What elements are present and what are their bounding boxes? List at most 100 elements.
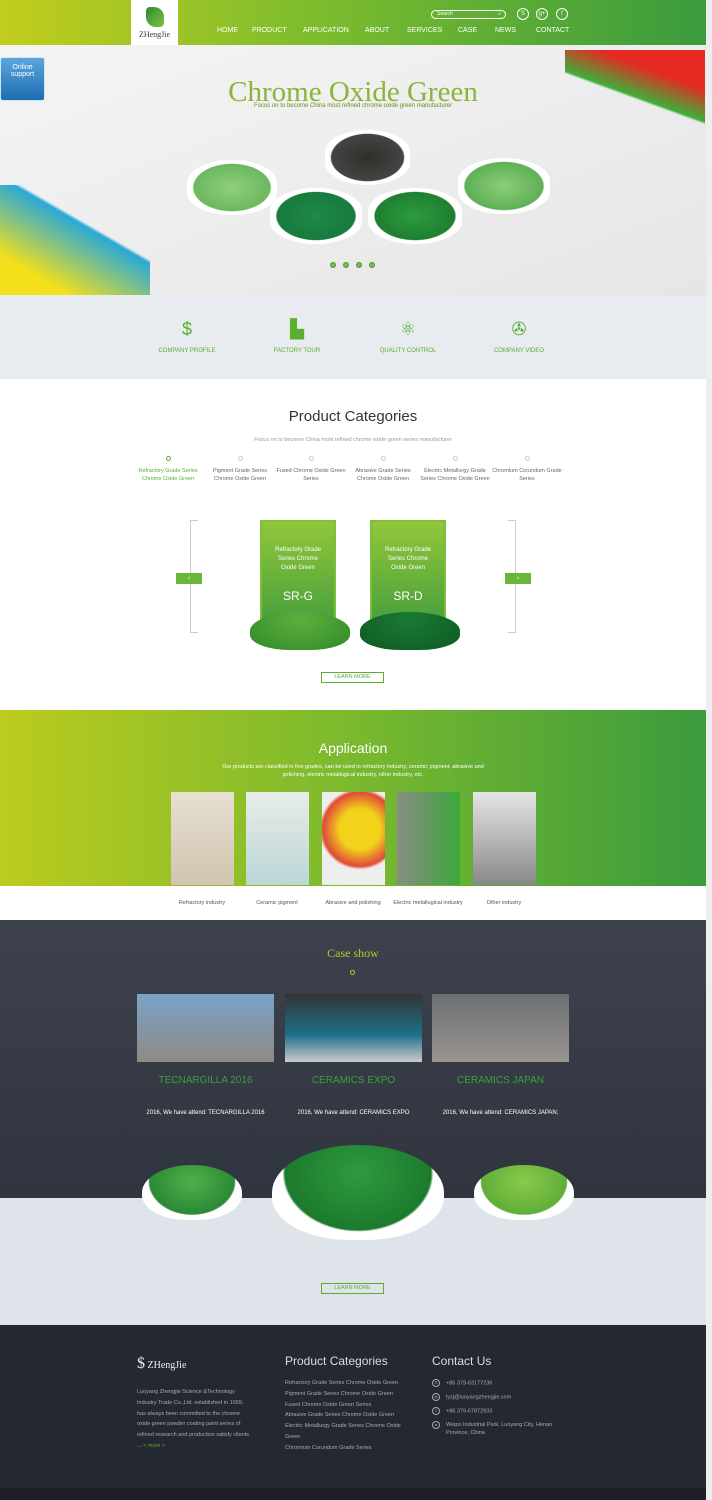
- card-title: Refractory Grade Series Chrome Oxide Gre…: [384, 547, 432, 571]
- feature-label: COMPANY PROFILE: [158, 348, 216, 354]
- category-tab[interactable]: Refractory Grade Series Chrome Oxide Gre…: [133, 456, 203, 483]
- logo-s-icon: $: [137, 1355, 145, 1372]
- nav-about[interactable]: ABOUT: [365, 27, 389, 34]
- contact-text: Weipo Industrial Park, Luoyang City, Hen…: [446, 1422, 553, 1436]
- feature-factory-tour[interactable]: ▙ FACTORY TOUR: [252, 318, 342, 354]
- logo-text: ZHengJie: [147, 1360, 187, 1371]
- application-label[interactable]: Refractory industry: [162, 899, 242, 907]
- nav-application[interactable]: APPLICATION: [303, 27, 349, 34]
- learn-more-button[interactable]: LEARN MORE: [321, 1283, 384, 1294]
- feature-quality-control[interactable]: ⚛ QUALITY CONTROL: [363, 318, 453, 354]
- category-tab[interactable]: Pigment Grade Series Chrome Oxide Green: [205, 456, 275, 483]
- tab-label: Refractory Grade Series Chrome Oxide Gre…: [138, 468, 198, 482]
- nav-contact[interactable]: CONTACT: [536, 27, 569, 34]
- case-image[interactable]: [285, 994, 422, 1062]
- tab-label: Electric Metallurgy Grade Series Chrome …: [420, 468, 490, 482]
- nav-news[interactable]: NEWS: [495, 27, 516, 34]
- application-image[interactable]: [397, 792, 460, 885]
- footer-category-list: Refractory Grade Series Chrome Oxide Gre…: [285, 1378, 415, 1454]
- scrollbar[interactable]: [706, 0, 712, 1500]
- tab-circle: [524, 456, 530, 461]
- facebook-icon[interactable]: f: [556, 8, 568, 20]
- contact-text[interactable]: lyzj@luoyangzhengjie.com: [446, 1394, 511, 1400]
- skype-icon[interactable]: S: [517, 8, 529, 20]
- nav-services[interactable]: SERVICES: [407, 27, 442, 34]
- application-label[interactable]: Other industry: [464, 899, 544, 907]
- learn-more-button[interactable]: LEARN MORE: [321, 672, 384, 683]
- carousel-next-button[interactable]: ›: [505, 573, 531, 584]
- case-image[interactable]: [137, 994, 274, 1062]
- feature-company-video[interactable]: ✇ COMPANY VIDEO: [474, 318, 564, 354]
- footer-link[interactable]: Refractory Grade Series Chrome Oxide Gre…: [285, 1378, 415, 1389]
- film-reel-icon: ✇: [511, 319, 527, 339]
- feature-label: QUALITY CONTROL: [379, 348, 437, 354]
- category-tab[interactable]: Chromium Corundum Grade Series: [492, 456, 562, 483]
- category-tab[interactable]: Electric Metallurgy Grade Series Chrome …: [420, 456, 490, 483]
- section-description: Our products are classified in five grad…: [222, 764, 484, 778]
- feature-label: FACTORY TOUR: [273, 348, 321, 354]
- google-plus-icon[interactable]: g+: [536, 8, 548, 20]
- powder-pile: [360, 612, 460, 650]
- atom-icon: ⚛: [399, 319, 417, 339]
- case-title[interactable]: TECNARGILLA 2016: [137, 1075, 274, 1086]
- case-description: 2016, We have attend: CERAMICS EXPO: [297, 1110, 410, 1116]
- online-support-button[interactable]: Online support: [0, 57, 45, 101]
- powder-bowl: [187, 160, 277, 215]
- category-tab[interactable]: Abrasive Grade Series Chrome Oxide Green: [348, 456, 418, 483]
- carousel-prev-button[interactable]: ‹: [176, 573, 202, 584]
- nav-home[interactable]: HOME: [217, 27, 238, 34]
- search-input[interactable]: Search ⌕: [431, 10, 506, 19]
- footer-link[interactable]: Electric Metallurgy Grade Series Chrome …: [285, 1421, 415, 1443]
- case-image[interactable]: [432, 994, 569, 1062]
- features-band: [0, 296, 706, 379]
- search-placeholder: Search: [437, 11, 453, 17]
- footer-heading: Contact Us: [432, 1354, 492, 1368]
- case-title[interactable]: CERAMICS JAPAN: [432, 1075, 569, 1086]
- tab-label: Pigment Grade Series Chrome Oxide Green: [212, 468, 268, 482]
- application-image[interactable]: [322, 792, 385, 885]
- application-image[interactable]: [473, 792, 536, 885]
- tab-circle: [165, 456, 171, 461]
- card-title: Refractory Grade Series Chrome Oxide Gre…: [274, 547, 322, 571]
- powder-bowl: [458, 158, 550, 214]
- section-subtitle: Focus on to become China most refined ch…: [254, 437, 452, 443]
- slide-dot-1[interactable]: [330, 262, 336, 268]
- logo[interactable]: ZHengJie: [131, 0, 178, 46]
- powder-bowl: [368, 188, 462, 244]
- paint-splash: [565, 50, 705, 130]
- footer-link[interactable]: Fused Chrome Oxide Green Series: [285, 1400, 415, 1411]
- slide-dot-4[interactable]: [369, 262, 375, 268]
- tab-label: Fused Chrome Oxide Green Series: [276, 468, 346, 482]
- contact-email: @ lyzj@luoyangzhengjie.com: [432, 1393, 572, 1401]
- tab-circle: [308, 456, 314, 461]
- section-title: Application: [318, 740, 388, 756]
- application-label[interactable]: Abrasive and polishing: [313, 899, 393, 907]
- factory-icon: ▙: [290, 319, 304, 339]
- search-icon[interactable]: ⌕: [498, 11, 501, 18]
- footer-link[interactable]: Abrasive Grade Series Chrome Oxide Green: [285, 1410, 415, 1421]
- location-icon: ●: [432, 1421, 440, 1429]
- tab-circle: [380, 456, 386, 461]
- feature-company-profile[interactable]: $ COMPANY PROFILE: [142, 318, 232, 354]
- logo-s-icon: [145, 7, 164, 27]
- application-label[interactable]: Ceramic pigment: [237, 899, 317, 907]
- application-image[interactable]: [246, 792, 309, 885]
- more-link[interactable]: < more >: [143, 1443, 165, 1449]
- logo-text: ZHengJie: [138, 30, 171, 39]
- nav-product[interactable]: PRODUCT: [252, 27, 287, 34]
- card-code: SR-G: [283, 589, 313, 603]
- nav-case[interactable]: CASE: [458, 27, 477, 34]
- slide-dot-3[interactable]: [356, 262, 362, 268]
- slide-dot-2[interactable]: [343, 262, 349, 268]
- footer-link[interactable]: Pigment Grade Series Chrome Oxide Green: [285, 1389, 415, 1400]
- case-title[interactable]: CERAMICS EXPO: [285, 1075, 422, 1086]
- copyright-bar: [0, 1488, 706, 1500]
- application-image[interactable]: [171, 792, 234, 885]
- application-label[interactable]: Electric metallugical industry: [388, 899, 468, 907]
- footer-heading: Product Categories: [285, 1354, 388, 1368]
- contact-text: +86 379-63177236: [446, 1380, 493, 1387]
- footer-logo[interactable]: $ ZHengJie: [137, 1355, 186, 1373]
- category-tab[interactable]: Fused Chrome Oxide Green Series: [276, 456, 346, 483]
- powder-bowl: [142, 1165, 242, 1220]
- footer-link[interactable]: Chromium Corundum Grade Series: [285, 1443, 415, 1454]
